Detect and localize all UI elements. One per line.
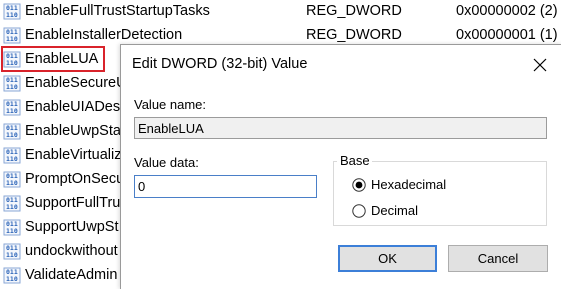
ok-button[interactable]: OK [338,245,437,272]
reg-binary-icon: 011110 [3,243,21,260]
registry-value-name: ValidateAdmin [25,267,118,283]
svg-text:110: 110 [6,179,18,187]
registry-value-name: undockwithout [25,243,118,259]
svg-text:110: 110 [6,251,18,259]
hexadecimal-radio[interactable] [352,178,366,192]
svg-text:110: 110 [6,275,18,283]
value-name-label: Value name: [134,97,207,112]
reg-binary-icon: 011110 [3,3,21,20]
svg-text:110: 110 [6,107,18,115]
registry-value-type: REG_DWORD [306,3,402,19]
registry-value-name: EnableUIADes [25,99,121,115]
value-data-label: Value data: [134,155,199,170]
svg-text:110: 110 [6,83,18,91]
registry-value-name: EnableSecureU [25,75,127,91]
dialog-title: Edit DWORD (32-bit) Value [132,56,308,72]
registry-value-name: EnableInstallerDetection [25,27,183,43]
svg-text:110: 110 [6,155,18,163]
base-label: Base [340,153,370,168]
selected-row-highlight [1,46,105,72]
registry-value-data: 0x00000001 (1) [456,27,558,43]
registry-value-name: SupportFullTru [25,195,121,211]
value-name-field: EnableLUA [134,117,547,139]
decimal-label[interactable]: Decimal [371,203,418,218]
decimal-radio[interactable] [352,204,366,218]
close-icon[interactable] [529,54,551,76]
reg-binary-icon: 011110 [3,171,21,188]
registry-row[interactable]: 011 110 EnableFullTrustStartupTasks REG_DWO… [0,0,561,24]
registry-value-name: EnableUwpSta [25,123,121,139]
reg-binary-icon: 011110 [3,267,21,284]
reg-binary-icon: 011110 [3,219,21,236]
reg-binary-icon: 011110 [3,75,21,92]
reg-binary-icon: 011110 [3,123,21,140]
reg-binary-icon: 011110 [3,195,21,212]
svg-text:110: 110 [6,11,18,19]
registry-value-name: SupportUwpSt [25,219,119,235]
registry-value-name: PromptOnSecu [25,171,125,187]
reg-binary-icon: 011110 [3,27,21,44]
registry-value-name: EnableFullTrustStartupTasks [25,3,210,19]
registry-value-data: 0x00000002 (2) [456,3,558,19]
value-data-input[interactable]: 0 [134,175,317,198]
reg-binary-icon: 011110 [3,147,21,164]
svg-text:110: 110 [6,203,18,211]
reg-binary-icon: 011110 [3,99,21,116]
registry-value-name: EnableVirtualiz [25,147,122,163]
registry-value-type: REG_DWORD [306,27,402,43]
edit-dword-dialog: Edit DWORD (32-bit) Value Value name: En… [120,44,561,289]
svg-text:110: 110 [6,227,18,235]
cancel-button[interactable]: Cancel [448,245,548,272]
svg-text:110: 110 [6,35,18,43]
hexadecimal-label[interactable]: Hexadecimal [371,177,446,192]
svg-text:110: 110 [6,131,18,139]
